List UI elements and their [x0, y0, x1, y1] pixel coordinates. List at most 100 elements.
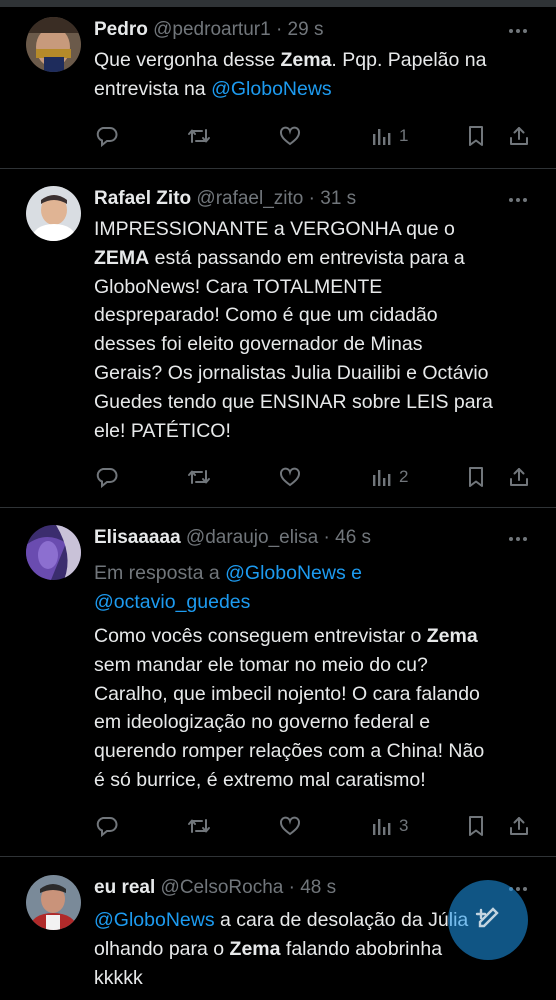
author-name[interactable]: Elisaaaaa [94, 527, 181, 548]
avatar[interactable] [26, 875, 81, 930]
mention-link[interactable]: @GloboNews [94, 909, 215, 931]
retweet-button[interactable] [186, 121, 212, 151]
reply-prefix: Em resposta a [94, 562, 226, 584]
compose-button[interactable] [448, 880, 528, 960]
retweet-button[interactable] [186, 462, 212, 492]
author-handle[interactable]: @CelsoRocha [161, 877, 284, 898]
text-segment: olhando para o [94, 937, 230, 960]
avatar[interactable] [26, 186, 81, 241]
tweet-header: Pedro @pedroartur1 · 29 s [94, 17, 496, 43]
views-count: 3 [399, 816, 409, 835]
text-segment: está passando em entrevista para a [149, 246, 465, 269]
text-segment: em ideologização no governo federal e [94, 711, 431, 734]
like-icon [278, 124, 302, 148]
tweet-text: Que vergonha desse Zema. Pqp. Papelão na… [94, 46, 536, 104]
views-icon [371, 814, 393, 838]
reply-mention-link[interactable]: @octavio_guedes [94, 591, 250, 613]
more-icon[interactable] [506, 188, 530, 212]
bold-text: Zema [229, 937, 281, 960]
tweet-actions: 2 [0, 462, 556, 492]
like-icon [278, 814, 302, 838]
tweet-text: Como vocês conseguem entrevistar o Zema s… [94, 622, 536, 795]
text-segment: Guedes tendo que ENSINAR sobre LEIS para [94, 390, 493, 413]
author-handle[interactable]: @daraujo_elisa [186, 527, 318, 548]
views-count: 2 [399, 467, 409, 486]
bookmark-button[interactable] [465, 462, 487, 492]
like-button[interactable] [278, 462, 302, 492]
author-name[interactable]: eu real [94, 877, 155, 898]
reply-icon [95, 124, 119, 148]
retweet-icon [186, 465, 212, 489]
timestamp[interactable]: · 29 s [276, 19, 324, 40]
more-icon[interactable] [506, 527, 530, 551]
tweet-2[interactable]: Rafael Zito @rafael_zito · 31 s IMPRESSI… [0, 169, 556, 507]
text-segment: sem mandar ele tomar no meio do cu? [94, 653, 428, 676]
tweet-3[interactable]: Elisaaaaa @daraujo_elisa · 46 s Em respo… [0, 508, 556, 856]
author-name[interactable]: Pedro [94, 19, 148, 40]
tweet-header: Rafael Zito @rafael_zito · 31 s [94, 186, 496, 212]
text-segment: Gerais? Os jornalistas Julia Duailibi e … [94, 361, 489, 384]
reply-and-text: e [345, 562, 362, 584]
reply-button[interactable] [95, 462, 119, 492]
reply-button[interactable] [95, 811, 119, 841]
bookmark-icon [465, 124, 487, 148]
tweet-1[interactable]: Pedro @pedroartur1 · 29 s Que vergonha d… [0, 0, 556, 168]
tweet-header: Elisaaaaa @daraujo_elisa · 46 s [94, 525, 496, 551]
bookmark-button[interactable] [465, 811, 487, 841]
text-segment: ele! PATÉTICO! [94, 419, 231, 442]
timestamp[interactable]: · 46 s [324, 527, 372, 548]
author-name[interactable]: Rafael Zito [94, 188, 191, 209]
bold-text: ZEMA [94, 246, 150, 269]
compose-icon [472, 902, 504, 939]
views-button[interactable]: 3 [371, 811, 408, 841]
text-segment: entrevista na [94, 77, 212, 100]
like-button[interactable] [278, 121, 302, 151]
text-segment: IMPRESSIONANTE a VERGONHA que o [94, 218, 455, 240]
share-button[interactable] [507, 121, 531, 151]
tweet-actions: 3 [0, 811, 556, 841]
text-segment: a cara de desolação da Júlia [214, 909, 469, 931]
text-segment: GloboNews! Cara TOTALMENTE [94, 275, 383, 298]
timestamp[interactable]: · 31 s [309, 188, 357, 209]
retweet-icon [186, 124, 212, 148]
text-segment: desses foi eleito governador de Minas [94, 333, 423, 356]
bookmark-icon [465, 814, 487, 838]
avatar[interactable] [26, 525, 81, 580]
text-segment: despreparado! Como é que um cidadão [94, 304, 438, 327]
reply-icon [95, 465, 119, 489]
timestamp[interactable]: · 48 s [289, 877, 337, 898]
retweet-button[interactable] [186, 811, 212, 841]
text-segment: Caralho, que imbecil nojento! O cara fal… [94, 682, 480, 705]
bold-text: Zema [426, 625, 478, 647]
reply-button[interactable] [95, 121, 119, 151]
author-handle[interactable]: @rafael_zito [196, 188, 303, 209]
bookmark-button[interactable] [465, 121, 487, 151]
reply-context: Em resposta a @GloboNews e @octavio_gued… [94, 559, 536, 617]
like-button[interactable] [278, 811, 302, 841]
share-icon [507, 124, 531, 148]
text-segment: querendo romper relações com a China! Nã… [94, 740, 485, 763]
bold-text: Zema [280, 49, 332, 71]
text-segment: Que vergonha desse [94, 49, 281, 71]
views-icon [371, 124, 393, 148]
share-icon [507, 465, 531, 489]
tweet-header: eu real @CelsoRocha · 48 s [94, 875, 496, 901]
text-segment: . Pqp. Papelão na [331, 49, 487, 71]
share-button[interactable] [507, 462, 531, 492]
bookmark-icon [465, 465, 487, 489]
more-icon[interactable] [506, 19, 530, 43]
retweet-icon [186, 814, 212, 838]
author-handle[interactable]: @pedroartur1 [153, 19, 271, 40]
share-button[interactable] [507, 811, 531, 841]
reply-mention-link[interactable]: @GloboNews [225, 562, 346, 584]
views-count: 1 [399, 126, 409, 145]
avatar[interactable] [26, 17, 81, 72]
views-button[interactable]: 2 [371, 462, 408, 492]
text-segment: falando abobrinha [280, 937, 443, 960]
mention-link[interactable]: @GloboNews [211, 78, 332, 100]
like-icon [278, 465, 302, 489]
text-segment: Como vocês conseguem entrevistar o [94, 625, 427, 647]
views-button[interactable]: 1 [371, 121, 408, 151]
text-segment: é só burrice, é extremo mal caratismo! [94, 768, 426, 791]
tweet-text: IMPRESSIONANTE a VERGONHA que o ZEMA está… [94, 215, 536, 445]
